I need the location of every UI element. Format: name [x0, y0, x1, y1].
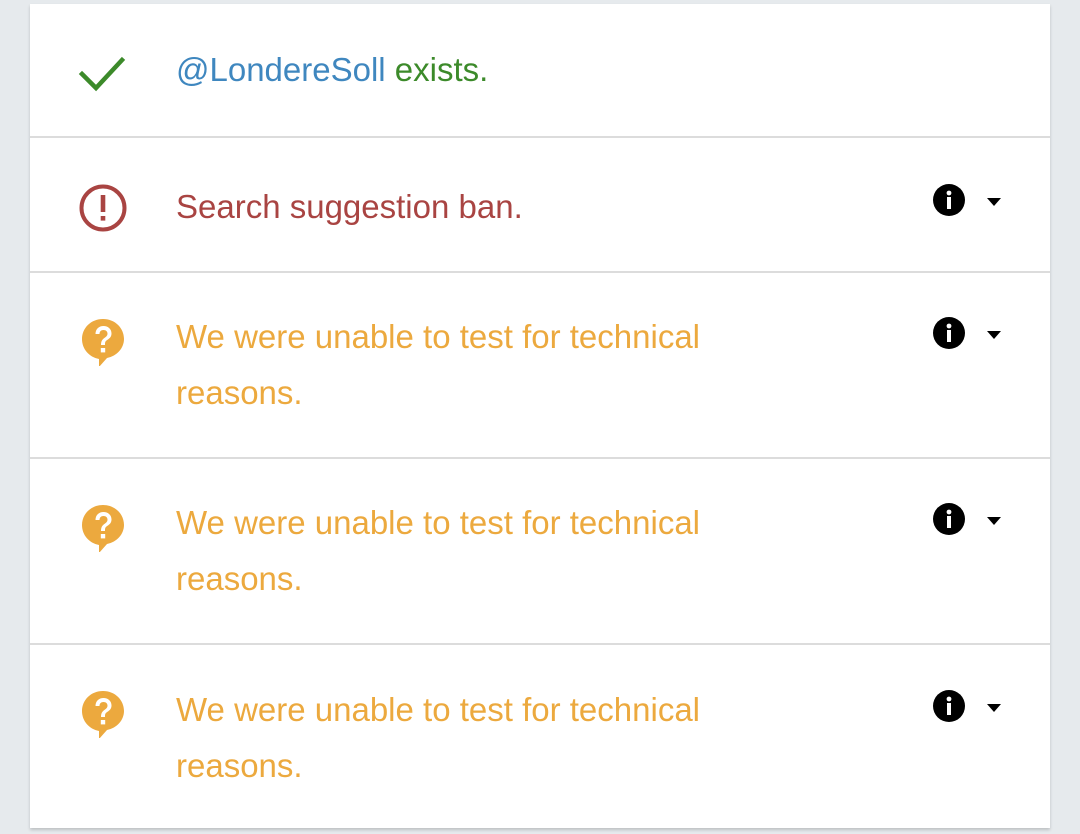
exists-message: @LondereSoll exists.: [176, 42, 796, 98]
caret-down-icon[interactable]: [986, 197, 1002, 207]
caret-down-icon[interactable]: [986, 330, 1002, 340]
exclamation-circle-icon: [78, 183, 128, 233]
username-handle: @LondereSoll: [176, 51, 386, 88]
result-row-technical-1: We were unable to test for technical rea…: [30, 273, 1050, 459]
question-bubble-icon: [78, 502, 128, 552]
info-icon[interactable]: [933, 184, 965, 216]
result-row-exists: @LondereSoll exists.: [30, 4, 1050, 138]
search-suggestion-ban-text: Search suggestion ban.: [176, 188, 523, 225]
caret-down-icon[interactable]: [986, 516, 1002, 526]
caret-down-icon[interactable]: [986, 703, 1002, 713]
result-row-search-suggestion-ban: Search suggestion ban.: [30, 138, 1050, 273]
check-icon: [78, 47, 128, 97]
info-icon[interactable]: [933, 690, 965, 722]
result-row-technical-3: We were unable to test for technical rea…: [30, 645, 1050, 828]
results-card: @LondereSoll exists. Search suggestion b…: [30, 4, 1050, 828]
result-row-technical-2: We were unable to test for technical rea…: [30, 459, 1050, 645]
technical-reasons-text: We were unable to test for technical rea…: [176, 504, 701, 597]
exists-text: exists.: [385, 51, 489, 88]
technical-reasons-text: We were unable to test for technical rea…: [176, 691, 701, 784]
technical-reasons-text: We were unable to test for technical rea…: [176, 318, 701, 411]
info-icon[interactable]: [933, 503, 965, 535]
question-bubble-icon: [78, 688, 128, 738]
info-icon[interactable]: [933, 317, 965, 349]
question-bubble-icon: [78, 316, 128, 366]
